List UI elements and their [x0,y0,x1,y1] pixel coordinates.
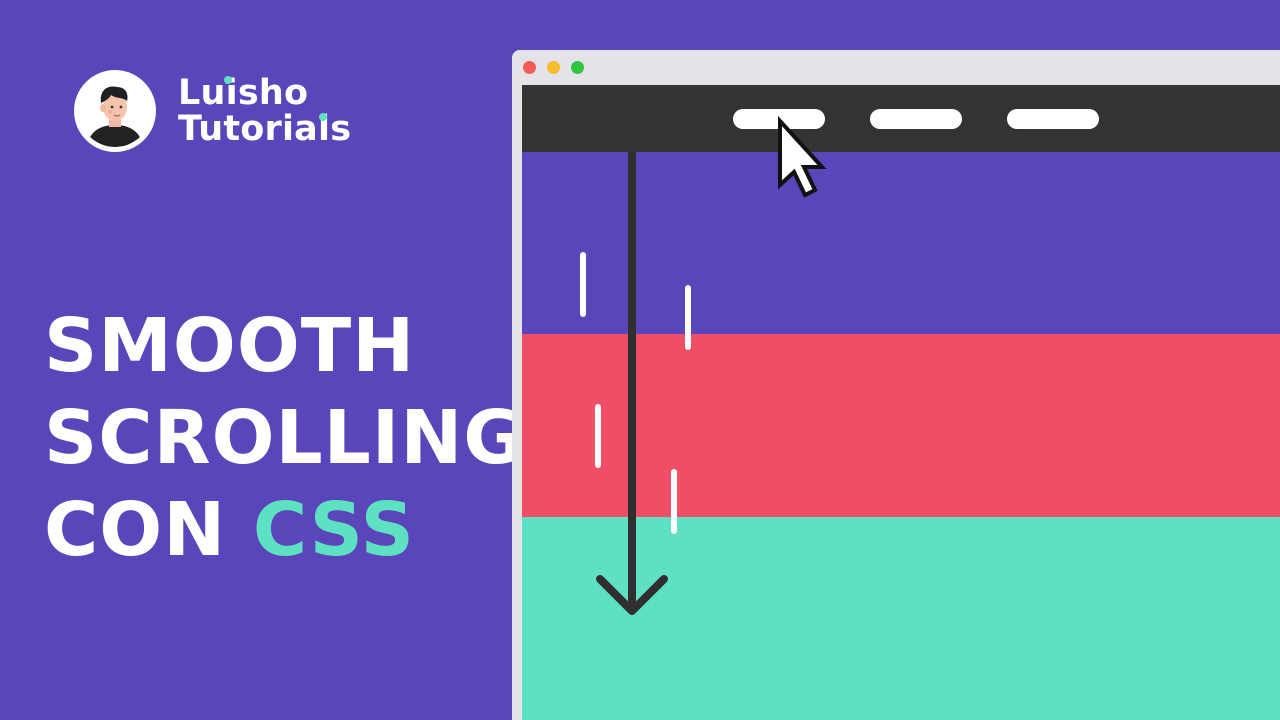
headline-accent: CSS [252,487,415,573]
brand-name: Luisho Tutorials [178,75,351,147]
browser-titlebar [512,50,1280,85]
brand-dot-1 [224,76,232,84]
brand-logo: Luisho Tutorials [74,70,351,152]
window-close-icon[interactable] [523,61,536,74]
headline-line-3-prefix: CON [44,487,253,573]
brand-line-1: Luisho [178,73,309,113]
browser-window [512,50,1280,720]
headline-line-1: SMOOTH [44,303,416,389]
browser-viewport [522,85,1280,720]
window-maximize-icon[interactable] [571,61,584,74]
headline-line-3: CON CSS [44,484,525,576]
headline: SMOOTH SCROLLING CON CSS [44,300,525,576]
headline-line-2: SCROLLING [44,395,526,481]
brand-dot-2 [319,113,327,121]
cursor-arrow-icon [778,115,827,198]
avatar-icon [74,70,156,152]
window-minimize-icon[interactable] [547,61,560,74]
